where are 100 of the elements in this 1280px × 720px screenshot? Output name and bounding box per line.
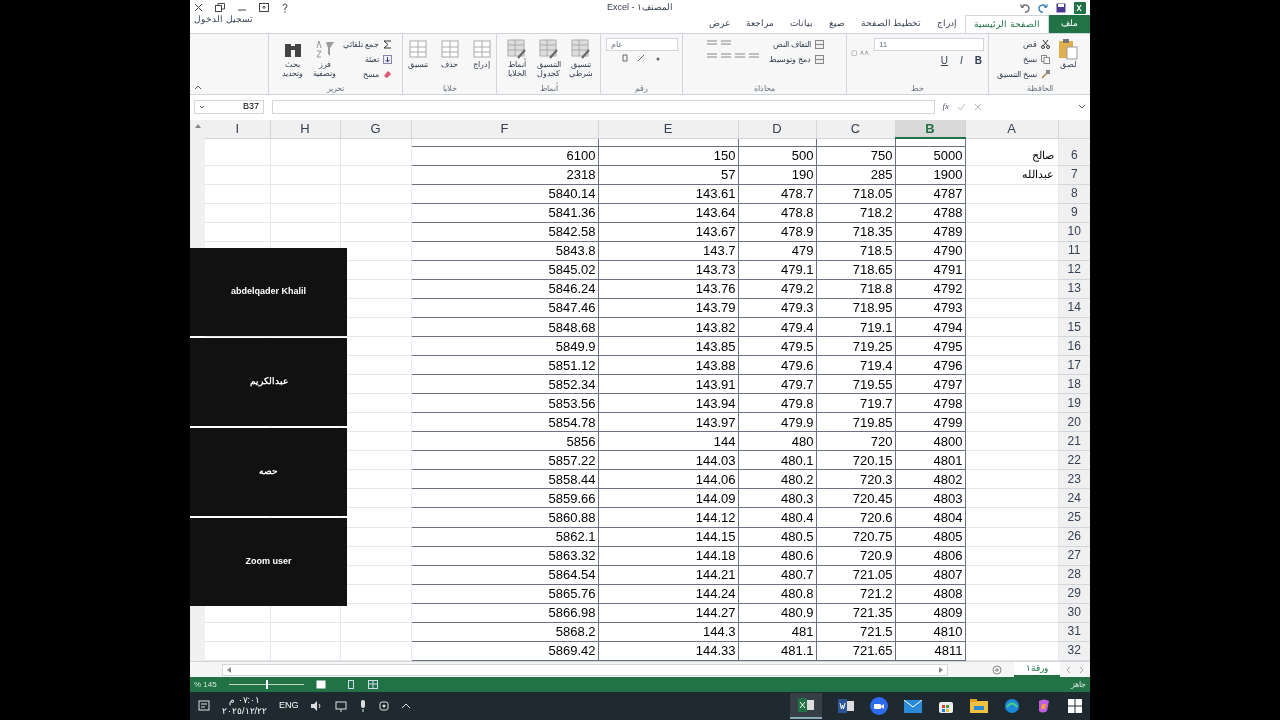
table-cell: 720.3 xyxy=(816,469,895,489)
normal-view-icon[interactable] xyxy=(315,680,326,689)
ribbon-tab[interactable]: مراجعة xyxy=(737,15,782,33)
ribbon-button[interactable]: حذف xyxy=(435,38,464,84)
restore-icon[interactable] xyxy=(215,3,225,12)
group-label: تحرير xyxy=(325,84,345,94)
table-cell: 5868.2 xyxy=(411,622,598,642)
microphone-icon[interactable] xyxy=(358,700,367,712)
ribbon-tab[interactable]: تخطيط الصفحة xyxy=(852,15,930,33)
ribbon-button[interactable]: مسح xyxy=(342,68,393,81)
column-header[interactable]: C xyxy=(816,120,895,139)
horizontal-scrollbar[interactable] xyxy=(222,663,948,676)
group-label: رقم xyxy=(634,84,649,94)
network-icon[interactable] xyxy=(334,700,347,712)
vertical-scrollbar[interactable] xyxy=(190,120,205,248)
format-button[interactable]: I xyxy=(958,53,965,68)
ribbon-tab[interactable]: صيغ xyxy=(820,15,853,33)
taskbar-item[interactable] xyxy=(790,693,822,719)
table-cell: 721.2 xyxy=(816,584,895,604)
ribbon-button[interactable]: لصق xyxy=(1054,38,1083,84)
ribbon-button[interactable]: قص xyxy=(996,38,1051,51)
table-cell: 4810 xyxy=(895,622,965,642)
ribbon-button[interactable]: فرز وتصفية xyxy=(310,38,339,84)
collapse-ribbon-icon[interactable] xyxy=(194,84,202,90)
ribbon-button[interactable]: تعبئة xyxy=(342,53,393,66)
page-layout-view-icon[interactable] xyxy=(345,680,356,689)
table-cell: 720.75 xyxy=(816,527,895,547)
table-cell: 144.12 xyxy=(598,507,738,527)
expand-formula-icon[interactable] xyxy=(1078,103,1086,110)
speaker-icon[interactable] xyxy=(310,701,323,711)
undo-icon[interactable] xyxy=(1020,2,1030,13)
help-icon[interactable] xyxy=(281,2,289,13)
ribbon-button[interactable]: إدراج xyxy=(467,38,496,84)
ribbon-button[interactable]: تنسيق xyxy=(403,38,432,84)
ribbon-button[interactable]: تنسيق شرطي xyxy=(566,38,595,84)
format-button[interactable]: B xyxy=(972,53,984,68)
scroll-right-icon[interactable] xyxy=(939,666,943,673)
scroll-up-icon[interactable] xyxy=(194,124,201,128)
column-header[interactable]: I xyxy=(205,120,270,139)
page-break-view-icon[interactable] xyxy=(367,680,378,689)
formula-input[interactable] xyxy=(272,99,935,114)
language-indicator[interactable]: ENG xyxy=(279,699,299,713)
ribbon-button[interactable]: جمع تلقائي xyxy=(342,38,393,51)
table-icon xyxy=(470,38,493,60)
column-header[interactable]: F xyxy=(411,120,598,139)
clock[interactable]: ٠٧:٠١ م ٢٠٢٥/١٢/٢٢ xyxy=(222,695,267,717)
ribbon-button[interactable]: نسخ التنسيق xyxy=(996,68,1051,81)
name-box[interactable]: B37 xyxy=(194,99,264,114)
format-button[interactable]: U xyxy=(938,53,950,68)
scroll-left-icon[interactable] xyxy=(227,666,231,673)
ribbon-button[interactable]: التفاف النص xyxy=(768,38,825,51)
table-cell: 480.6 xyxy=(738,546,816,566)
row-header[interactable]: 6 xyxy=(1058,146,1090,166)
ribbon-tab[interactable]: عرض xyxy=(700,15,738,33)
word-app-icon[interactable] xyxy=(838,699,854,713)
excel-icon[interactable] xyxy=(1074,1,1086,14)
ribbon-button[interactable]: بحث وتحديد xyxy=(278,38,307,84)
chevron-up-icon[interactable] xyxy=(400,703,411,709)
table-cell: 480.3 xyxy=(738,488,816,508)
zoom-app-icon[interactable] xyxy=(870,697,888,715)
redo-icon[interactable] xyxy=(1038,2,1048,13)
column-header[interactable]: B xyxy=(895,120,965,139)
column-header[interactable]: A xyxy=(965,120,1058,139)
ribbon-button[interactable]: دمج وتوسيط xyxy=(768,53,825,66)
zoom-level[interactable]: 145 % xyxy=(194,678,217,691)
mail-icon[interactable] xyxy=(904,699,922,713)
camera-icon[interactable] xyxy=(378,700,389,712)
zoom-slider[interactable] xyxy=(228,680,304,689)
ribbon-tab[interactable]: ملف xyxy=(1049,15,1090,33)
ribbon-tab[interactable]: بيانات xyxy=(781,15,821,33)
combo-field[interactable]: عام xyxy=(605,38,678,51)
clipboard-icon xyxy=(1057,38,1080,60)
notification-icon[interactable] xyxy=(198,700,210,712)
edge-browser-icon[interactable] xyxy=(1004,698,1020,714)
column-header[interactable]: D xyxy=(738,120,816,139)
table-cell: 721.65 xyxy=(816,641,895,661)
ribbon-tab[interactable]: الصفحة الرئيسية xyxy=(965,15,1049,33)
sign-in-link[interactable]: تسجيل الدخول xyxy=(190,13,253,27)
column-header[interactable]: H xyxy=(270,120,340,139)
group-label: الحافظة xyxy=(1025,84,1054,94)
column-header[interactable]: G xyxy=(340,120,411,139)
close-icon[interactable] xyxy=(194,3,203,12)
ribbon-button[interactable]: التنسيق كجدول xyxy=(534,38,563,84)
folder-icon[interactable] xyxy=(970,699,988,713)
sheet-tab[interactable]: ورقة١ xyxy=(1014,661,1060,678)
table-cell: 480.1 xyxy=(738,450,816,470)
save-icon[interactable] xyxy=(1056,2,1066,13)
ribbon-button[interactable]: أنماط الخلايا xyxy=(502,38,531,84)
windows-start-icon[interactable] xyxy=(1068,699,1082,713)
ribbon-tab[interactable]: إدراج xyxy=(929,15,966,33)
column-header[interactable]: E xyxy=(598,120,738,139)
combo-field[interactable]: 11 xyxy=(874,38,984,51)
table-cell: 5854.78 xyxy=(411,412,598,432)
ribbon-options-icon[interactable] xyxy=(259,3,269,12)
add-sheet-icon[interactable] xyxy=(992,664,1002,675)
table-cell: 143.94 xyxy=(598,393,738,413)
ribbon-button[interactable]: نسخ xyxy=(996,53,1051,66)
scrollbar-track[interactable] xyxy=(190,606,205,661)
table-cell: 144.06 xyxy=(598,469,738,489)
function-button[interactable]: fx xyxy=(942,99,949,114)
